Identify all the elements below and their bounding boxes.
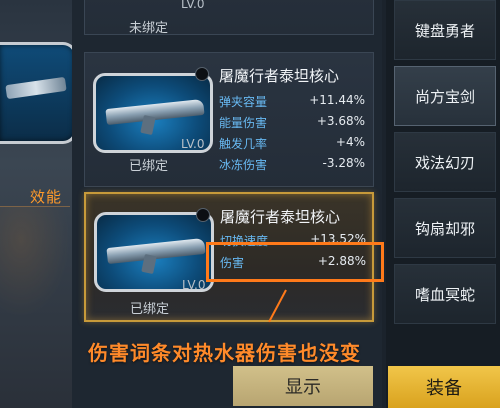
hud-decoration bbox=[0, 206, 70, 317]
bind-status: 未绑定 bbox=[129, 21, 169, 36]
highlight-box bbox=[206, 242, 384, 282]
lock-icon bbox=[196, 208, 210, 222]
gun-icon bbox=[106, 237, 206, 265]
stat-value: +4% bbox=[335, 135, 365, 149]
gun-icon bbox=[5, 76, 67, 100]
tab-weapon[interactable]: 尚方宝剑 bbox=[394, 66, 496, 126]
bind-status: 已绑定 bbox=[130, 302, 170, 317]
weapon-preview bbox=[0, 42, 77, 144]
stat-key: 触发几率 bbox=[219, 137, 268, 151]
annotation-text: 伤害词条对热水器伤害也没变 bbox=[88, 341, 361, 365]
display-button[interactable]: 显示 bbox=[233, 366, 373, 406]
stat-value: +11.44% bbox=[309, 93, 365, 107]
weapon-tabs: 键盘勇者 尚方宝剑 戏法幻刃 钩扇却邪 嗜血冥蛇 bbox=[386, 0, 500, 408]
tab-weapon[interactable]: 嗜血冥蛇 bbox=[394, 264, 496, 324]
tab-weapon[interactable]: 钩扇却邪 bbox=[394, 198, 496, 258]
stat-row: 能量伤害 +3.68% bbox=[219, 114, 369, 132]
stat-key: 弹夹容量 bbox=[219, 95, 268, 109]
tab-weapon[interactable]: 键盘勇者 bbox=[394, 0, 496, 60]
core-card-unbound[interactable]: LV.0 未绑定 bbox=[84, 0, 374, 36]
stat-row: 冰冻伤害 -3.28% bbox=[219, 156, 369, 174]
gun-icon bbox=[105, 98, 205, 126]
tab-weapon[interactable]: 戏法幻刃 bbox=[394, 132, 496, 192]
gun-grip bbox=[141, 253, 157, 275]
bind-status: 已绑定 bbox=[129, 159, 169, 174]
equip-button[interactable]: 装备 bbox=[388, 366, 500, 408]
level-label: LV.0 bbox=[181, 137, 205, 151]
stat-row: 弹夹容量 +11.44% bbox=[219, 93, 369, 111]
stat-key: 能量伤害 bbox=[219, 116, 268, 130]
core-card[interactable]: LV.0 已绑定 屠魔行者泰坦核心 弹夹容量 +11.44% 能量伤害 +3.6… bbox=[84, 52, 374, 187]
stat-value: +3.68% bbox=[316, 114, 365, 128]
stat-key: 冰冻伤害 bbox=[219, 158, 268, 172]
efficiency-label: 效能 bbox=[30, 188, 63, 206]
level-label: LV.0 bbox=[182, 278, 206, 292]
lock-icon bbox=[195, 67, 209, 81]
gun-grip bbox=[140, 114, 156, 136]
core-name: 屠魔行者泰坦核心 bbox=[219, 67, 340, 85]
stat-row: 触发几率 +4% bbox=[219, 135, 369, 153]
stat-value: -3.28% bbox=[322, 156, 365, 170]
level-label: LV.0 bbox=[181, 0, 205, 11]
core-name: 屠魔行者泰坦核心 bbox=[220, 208, 341, 226]
